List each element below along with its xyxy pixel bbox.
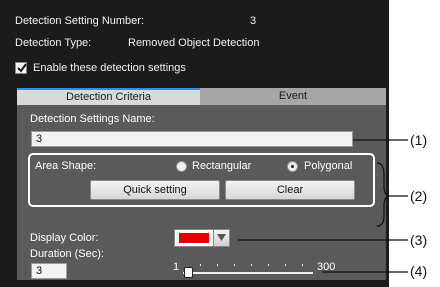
callout-1: (1) — [410, 132, 428, 148]
callout-2: (2) — [410, 188, 428, 204]
callout-lines — [238, 139, 408, 273]
callout-4: (4) — [410, 263, 428, 279]
callout-3: (3) — [410, 232, 428, 248]
